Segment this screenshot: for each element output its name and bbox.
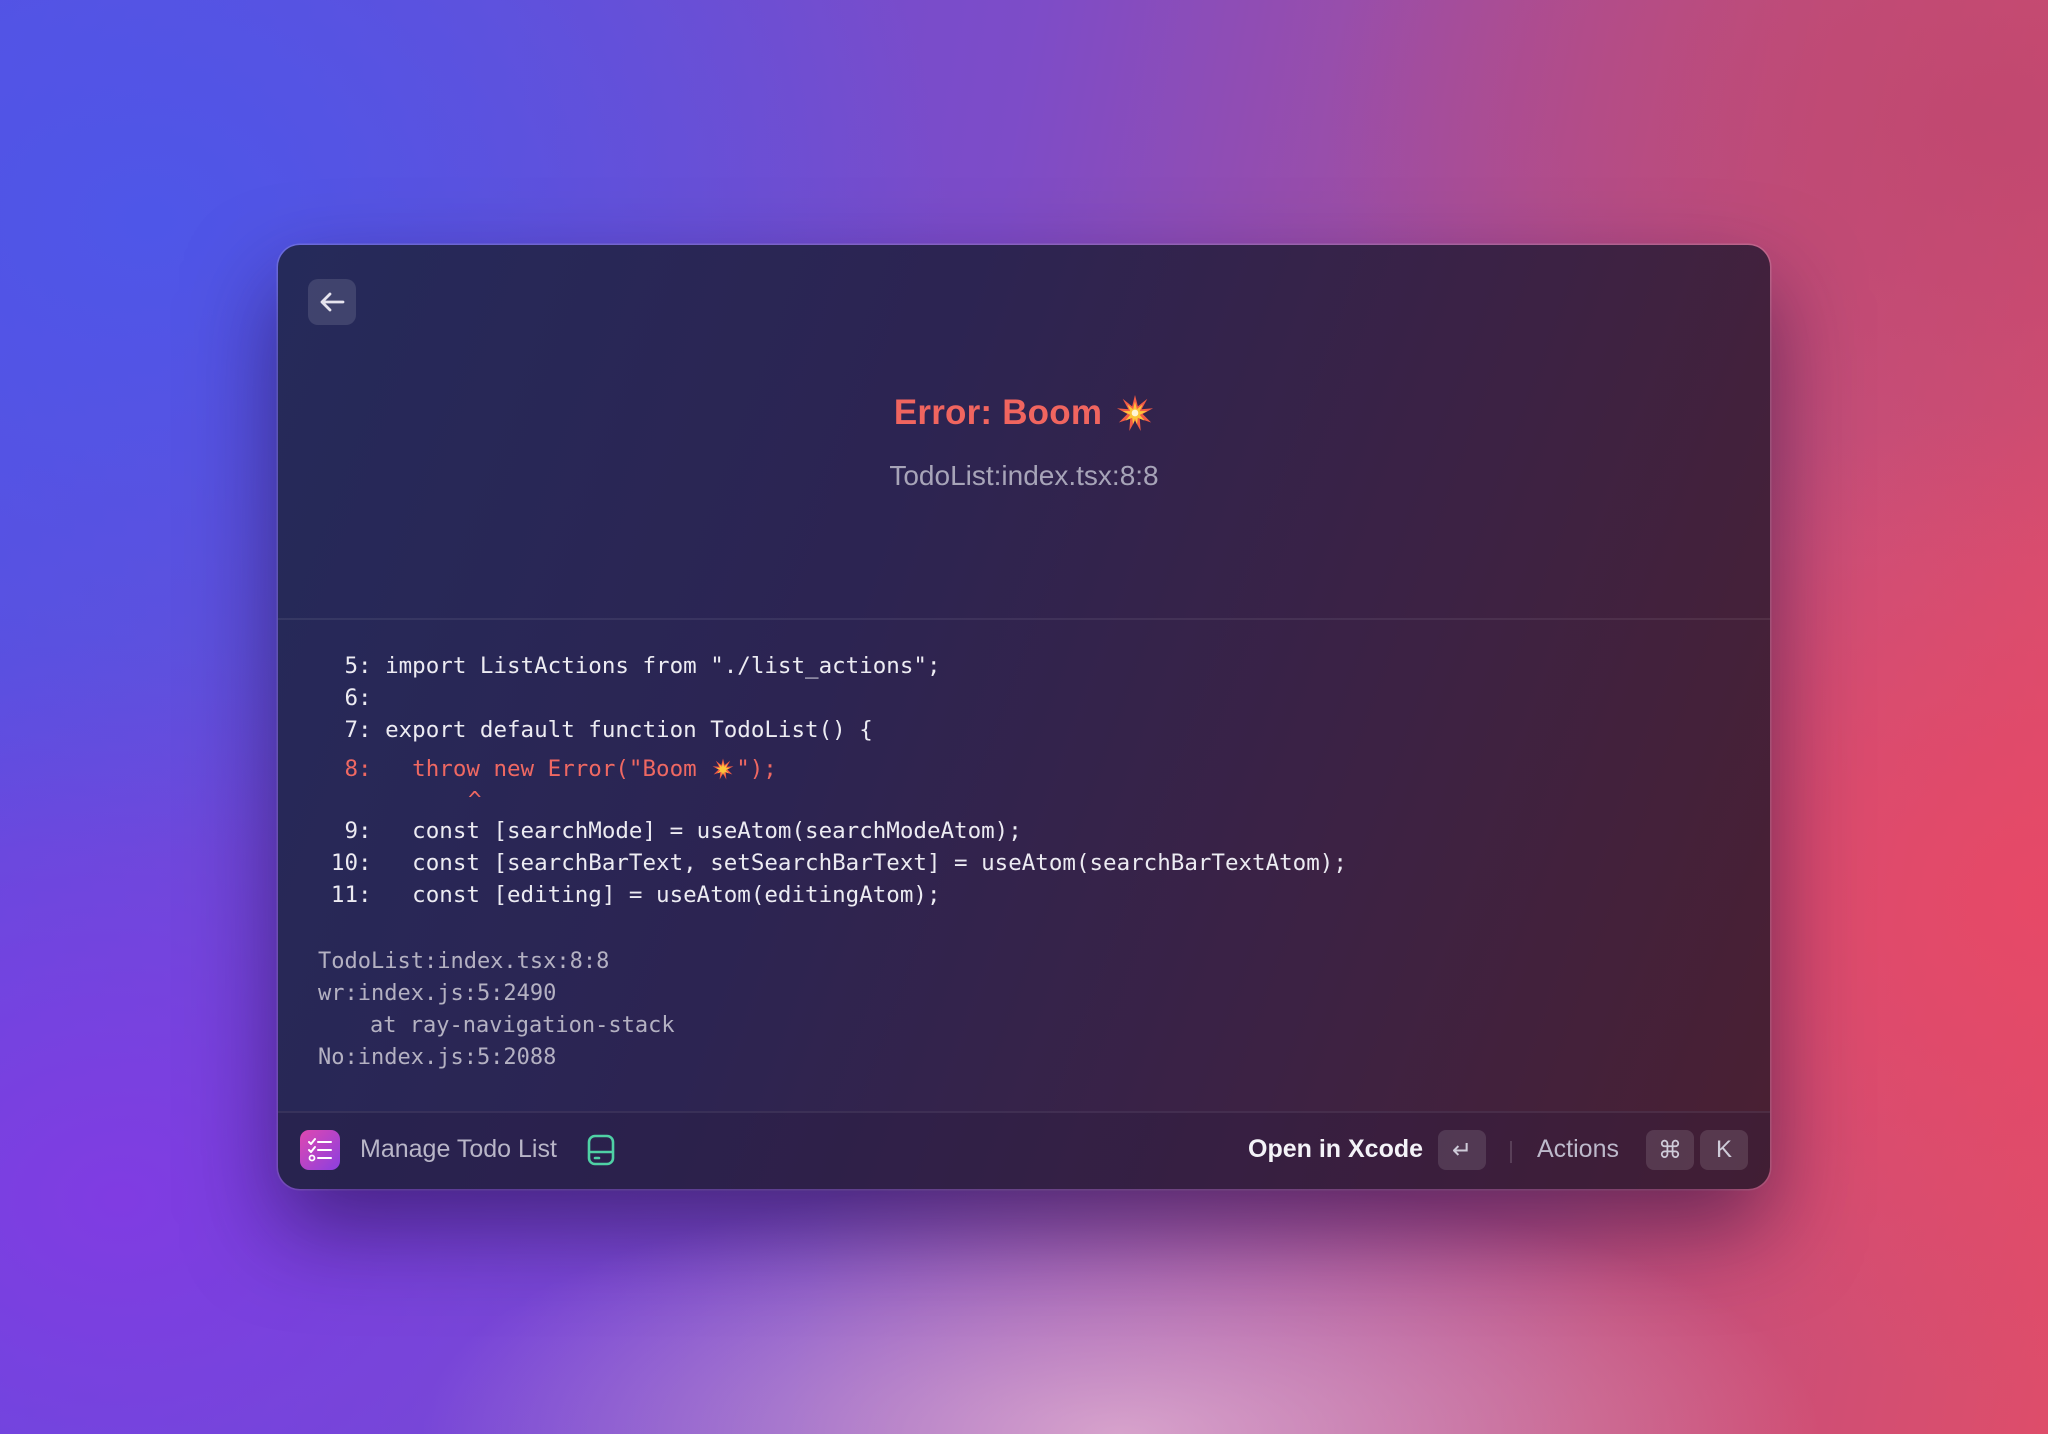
command-key-hint: ⌘ [1646,1130,1694,1170]
collision-icon [712,758,734,780]
error-location: TodoList:index.tsx:8:8 [889,460,1159,491]
line-number: 10 [330,850,358,876]
error-caret: ^ [318,785,1347,815]
stack-frame: wr:index.js:5:2490 [318,981,557,1006]
enter-key-hint: ↵ [1438,1130,1486,1170]
stack-frame: at ray-navigation-stack [370,1013,675,1038]
development-drive-icon [587,1134,615,1166]
stack-frame: TodoList:index.tsx:8:8 [318,949,610,974]
error-window: Error: Boom TodoList:index.tsx:8:8 5: im… [278,245,1770,1189]
code-snippet: 5: import ListActions from "./list_actio… [318,650,1347,911]
line-source: const [editing] = useAtom(editingAtom); [385,882,941,908]
footer-divider [1510,1141,1512,1163]
open-in-xcode-button[interactable]: Open in Xcode [1248,1135,1423,1164]
line-source: throw new Error("Boom [385,756,711,782]
code-line: 6: [318,682,1347,714]
k-key-hint: K [1700,1130,1748,1170]
error-title-row: Error: Boom [278,393,1770,433]
actions-button[interactable]: Actions [1537,1135,1619,1164]
action-bar: Manage Todo List Open in Xcode ↵ Actions… [278,1111,1770,1189]
line-source: import ListActions from "./list_actions"… [385,653,941,679]
line-source-end: "); [736,756,777,782]
code-line: 5: import ListActions from "./list_actio… [318,650,1347,682]
back-button[interactable] [308,279,356,325]
line-number: 6 [344,685,358,711]
error-title: Error: Boom [893,393,1103,432]
line-number: 11 [330,882,358,908]
code-line: 11: const [editing] = useAtom(editingAto… [318,879,1347,911]
line-number: 7 [344,717,358,743]
code-line: 10: const [searchBarText, setSearchBarTe… [318,847,1347,879]
arrow-left-icon [320,292,345,312]
line-number: 9 [344,818,358,844]
stack-trace: TodoList:index.tsx:8:8 wr:index.js:5:249… [318,946,675,1074]
caret-marker: ^ [468,787,482,813]
code-line: 7: export default function TodoList() { [318,714,1347,746]
extension-name: Manage Todo List [360,1135,557,1163]
error-header: Error: Boom TodoList:index.tsx:8:8 [278,245,1770,620]
line-source: export default function TodoList() { [385,717,873,743]
stack-frame: No:index.js:5:2088 [318,1045,557,1070]
collision-icon [1117,394,1154,432]
code-line: 9: const [searchMode] = useAtom(searchMo… [318,815,1347,847]
line-number: 8 [344,756,358,782]
line-number: 5 [344,653,358,679]
checklist-icon [300,1130,340,1170]
line-source: const [searchMode] = useAtom(searchModeA… [385,818,1022,844]
line-source: const [searchBarText, setSearchBarText] … [385,850,1347,876]
error-code-line: 8: throw new Error("Boom "); [318,753,1347,785]
